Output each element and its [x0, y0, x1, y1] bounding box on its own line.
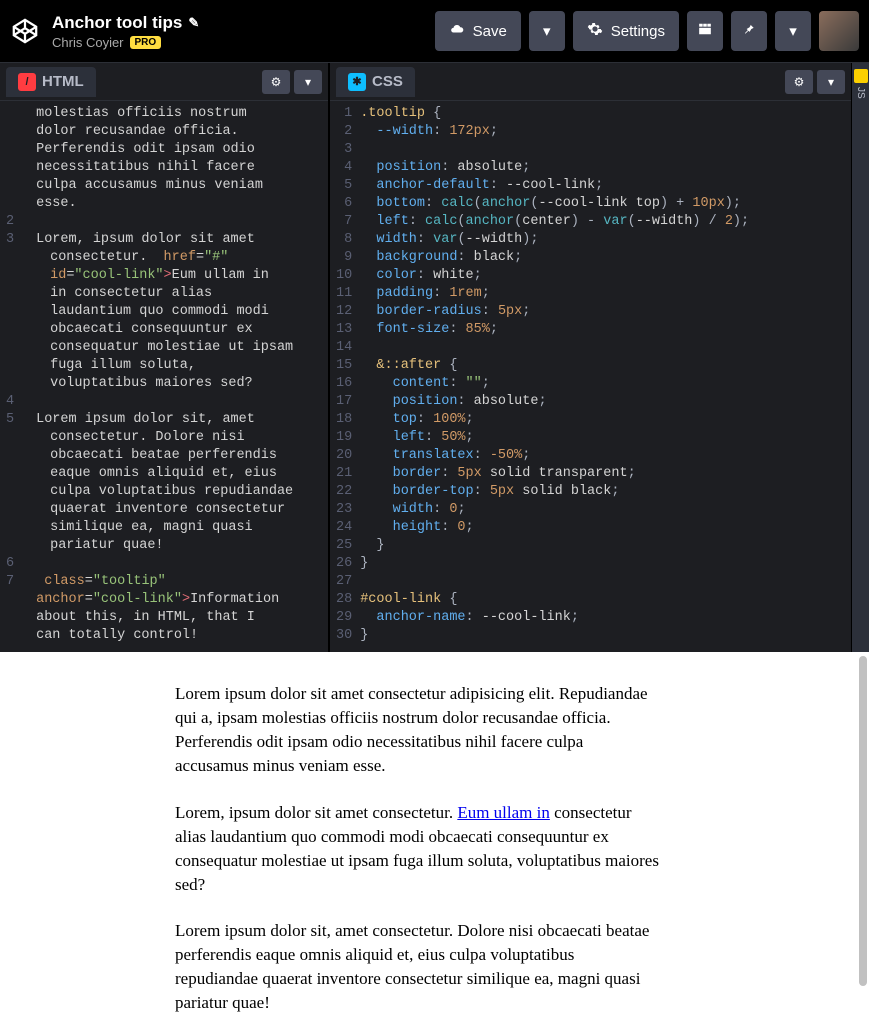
html-gutter: 2 3 4 5 6 7	[0, 101, 22, 652]
author-name[interactable]: Chris Coyier	[52, 35, 124, 50]
html-settings-button[interactable]: ⚙	[262, 70, 290, 94]
js-icon	[854, 69, 868, 83]
html-tab[interactable]: / HTML	[6, 67, 96, 97]
app-header: Anchor tool tips ✎ Chris Coyier PRO Save…	[0, 0, 869, 62]
css-code-lines[interactable]: .tooltip { --width: 172px; position: abs…	[360, 101, 755, 652]
pin-icon	[742, 21, 756, 41]
css-dropdown-button[interactable]: ▾	[817, 70, 845, 94]
pen-title[interactable]: Anchor tool tips ✎	[52, 13, 199, 33]
chevron-down-icon: ▾	[828, 75, 834, 89]
chevron-down-icon: ▾	[305, 75, 311, 89]
save-dropdown-button[interactable]: ▾	[529, 11, 565, 51]
html-icon: /	[18, 73, 36, 91]
html-code-lines[interactable]: molestias officiis nostrumdolor recusand…	[22, 101, 299, 652]
preview-paragraph: Lorem, ipsum dolor sit amet consectetur.…	[175, 801, 660, 898]
gear-icon: ⚙	[794, 75, 805, 89]
layout-button[interactable]	[687, 11, 723, 51]
avatar[interactable]	[819, 11, 859, 51]
chevron-down-icon: ▾	[543, 22, 551, 40]
css-code-area[interactable]: 1 2 3 4 5 6 7 8 9 10 11 12 13 14 15 16 1…	[330, 101, 851, 652]
preview-paragraph: Lorem ipsum dolor sit, amet consectetur.…	[175, 919, 660, 1016]
html-code-area[interactable]: 2 3 4 5 6 7 molestias officiis nostrumdo…	[0, 101, 328, 652]
settings-button[interactable]: Settings	[573, 11, 679, 51]
html-dropdown-button[interactable]: ▾	[294, 70, 322, 94]
css-editor-panel: ✱ CSS ⚙ ▾ 1 2 3 4 5 6 7 8 9 10 11 12 13 …	[330, 63, 851, 652]
gear-icon: ⚙	[271, 75, 282, 89]
pro-badge: PRO	[130, 36, 162, 49]
layout-icon	[697, 22, 713, 40]
gear-icon	[587, 21, 603, 41]
cool-link[interactable]: Eum ullam in	[457, 803, 550, 822]
css-tab[interactable]: ✱ CSS	[336, 67, 415, 97]
cloud-icon	[449, 22, 465, 40]
pin-button[interactable]	[731, 11, 767, 51]
css-icon: ✱	[348, 73, 366, 91]
pin-dropdown-button[interactable]: ▾	[775, 11, 811, 51]
chevron-down-icon: ▾	[789, 22, 797, 40]
preview-pane[interactable]: Lorem ipsum dolor sit amet consectetur a…	[0, 652, 869, 1024]
preview-paragraph: Lorem ipsum dolor sit amet consectetur a…	[175, 682, 660, 779]
js-collapsed-panel[interactable]: JS	[851, 63, 869, 652]
edit-title-icon[interactable]: ✎	[188, 15, 199, 31]
css-settings-button[interactable]: ⚙	[785, 70, 813, 94]
css-gutter: 1 2 3 4 5 6 7 8 9 10 11 12 13 14 15 16 1…	[330, 101, 360, 652]
scrollbar[interactable]	[859, 656, 867, 986]
codepen-logo[interactable]	[10, 16, 40, 46]
js-label: JS	[855, 87, 866, 99]
save-button[interactable]: Save	[435, 11, 521, 51]
html-editor-panel: / HTML ⚙ ▾ 2 3 4 5 6 7 molestias officii…	[0, 63, 330, 652]
editors-row: / HTML ⚙ ▾ 2 3 4 5 6 7 molestias officii…	[0, 62, 869, 652]
